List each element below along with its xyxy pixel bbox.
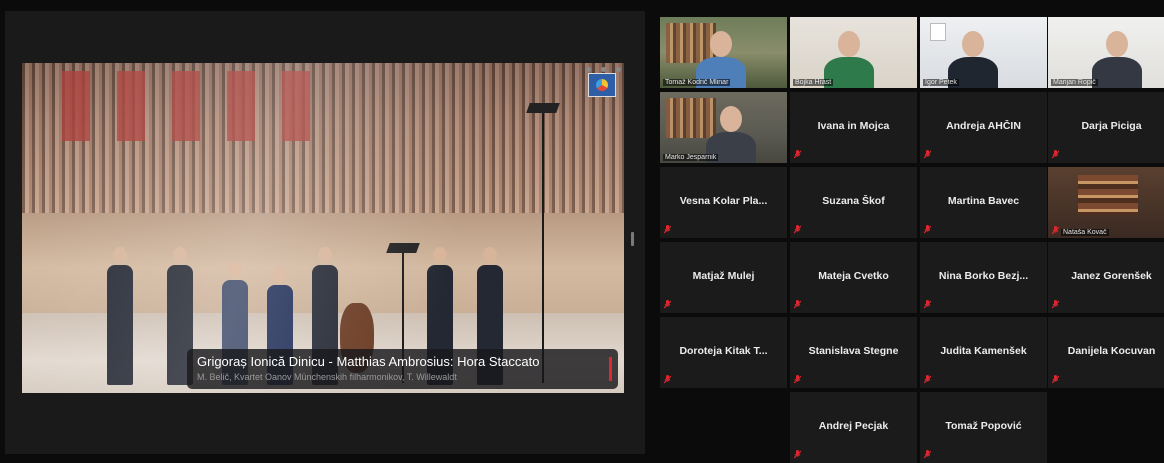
participant-name: Ivana in Mojca <box>817 120 890 132</box>
maximize-icon[interactable] <box>601 66 606 72</box>
participant-name: Andrej Pecjak <box>818 420 889 432</box>
participant-name: Matjaž Mulej <box>692 270 755 282</box>
channel-logo <box>588 73 616 97</box>
participant-tile[interactable]: Stanislava Stegne <box>790 317 917 388</box>
microphone-muted-icon <box>1052 300 1059 309</box>
participant-name: Mateja Cvetko <box>818 270 889 282</box>
zoom-meeting-window: Grigoraș Ionică Dinicu - Matthias Ambros… <box>0 0 1164 463</box>
participant-tile[interactable]: Judita Kamenšek <box>920 317 1047 388</box>
participant-name: Martina Bavec <box>947 195 1020 207</box>
participant-tile[interactable]: Nataša Kovač <box>1048 167 1164 238</box>
participant-name: Nina Borko Bezj... <box>938 270 1029 282</box>
participant-tile[interactable]: Matjaž Mulej <box>660 242 787 313</box>
microphone-muted-icon <box>924 300 931 309</box>
participant-name: Nataša Kovač <box>1061 229 1109 236</box>
wall-poster <box>930 23 946 41</box>
participant-face <box>838 31 860 57</box>
participant-tile[interactable]: Martina Bavec <box>920 167 1047 238</box>
participant-name: Stanislava Stegne <box>808 345 899 357</box>
caption-title: Grigoraș Ionică Dinicu - Matthias Ambros… <box>197 354 540 369</box>
participant-tile[interactable]: Andreja AHČIN <box>920 92 1047 163</box>
participant-name: Darja Piciga <box>1081 120 1142 132</box>
microphone-muted-icon <box>924 450 931 459</box>
shared-video[interactable]: Grigoraș Ionică Dinicu - Matthias Ambros… <box>22 63 624 393</box>
microphone-muted-icon <box>794 300 801 309</box>
participant-name: Tomaž Kodrič Mlinar <box>663 79 731 86</box>
microphone-muted-icon <box>1052 375 1059 384</box>
participant-tile[interactable]: Mateja Cvetko <box>790 242 917 313</box>
participant-tile[interactable]: Suzana Škof <box>790 167 917 238</box>
caption-accent <box>609 357 612 381</box>
microphone-muted-icon <box>1052 150 1059 159</box>
video-window-controls <box>561 64 621 74</box>
participant-name: Janez Gorenšek <box>1071 270 1152 282</box>
participant-name: Suzana Škof <box>822 195 885 207</box>
microphone-muted-icon <box>794 375 801 384</box>
participant-name: Doroteja Kitak T... <box>679 345 768 357</box>
participant-name: Marijan Ropič <box>1051 79 1098 86</box>
participant-tile[interactable]: Marko Jesparnik <box>660 92 787 163</box>
participant-name: Vesna Kolar Pla... <box>679 195 768 207</box>
participant-tile[interactable]: Marijan Ropič <box>1048 17 1164 88</box>
minimize-icon[interactable] <box>586 66 591 72</box>
logo-mark <box>596 79 608 91</box>
participant-name: Igor Petek <box>923 79 959 86</box>
light-overlay <box>22 63 624 393</box>
participant-face <box>1106 31 1128 57</box>
participant-tile[interactable]: Tomaž Popović <box>920 392 1047 463</box>
participant-tile[interactable]: Doroteja Kitak T... <box>660 317 787 388</box>
video-background-object <box>1078 175 1138 215</box>
bookshelf <box>666 98 716 138</box>
participant-face <box>710 31 732 57</box>
microphone-muted-icon <box>664 375 671 384</box>
participant-name: Andreja AHČIN <box>946 120 1021 132</box>
participant-name: Judita Kamenšek <box>940 345 1027 357</box>
participant-name: Marko Jesparnik <box>663 154 719 161</box>
participant-tile[interactable]: Bojka Hrast <box>790 17 917 88</box>
video-caption: Grigoraș Ionică Dinicu - Matthias Ambros… <box>187 349 618 389</box>
caption-subtitle: M. Belič, Kvartet Oanov Münchenskih filh… <box>197 372 457 382</box>
microphone-muted-icon <box>924 225 931 234</box>
participant-tile[interactable]: Andrej Pecjak <box>790 392 917 463</box>
participant-name: Bojka Hrast <box>793 79 834 86</box>
microphone-muted-icon <box>664 300 671 309</box>
participant-tile[interactable]: Ivana in Mojca <box>790 92 917 163</box>
panel-resize-handle[interactable] <box>631 232 634 246</box>
participant-tile[interactable]: Darja Piciga <box>1048 92 1164 163</box>
participant-tile[interactable]: Vesna Kolar Pla... <box>660 167 787 238</box>
participant-body <box>1092 57 1142 88</box>
microphone-muted-icon <box>924 150 931 159</box>
microphone-muted-icon <box>794 150 801 159</box>
microphone-muted-icon <box>924 375 931 384</box>
participant-tile[interactable]: Igor Petek <box>920 17 1047 88</box>
participant-face <box>962 31 984 57</box>
participant-tile[interactable]: Tomaž Kodrič Mlinar <box>660 17 787 88</box>
participant-face <box>720 106 742 132</box>
participant-tile[interactable]: Nina Borko Bezj... <box>920 242 1047 313</box>
participant-tile[interactable]: Danijela Kocuvan <box>1048 317 1164 388</box>
microphone-muted-icon <box>1052 226 1059 235</box>
participant-tile[interactable]: Janez Gorenšek <box>1048 242 1164 313</box>
participant-name: Tomaž Popović <box>945 420 1022 432</box>
participant-name: Danijela Kocuvan <box>1067 345 1156 357</box>
microphone-muted-icon <box>794 450 801 459</box>
close-icon[interactable] <box>616 66 621 72</box>
microphone-muted-icon <box>664 225 671 234</box>
microphone-muted-icon <box>794 225 801 234</box>
